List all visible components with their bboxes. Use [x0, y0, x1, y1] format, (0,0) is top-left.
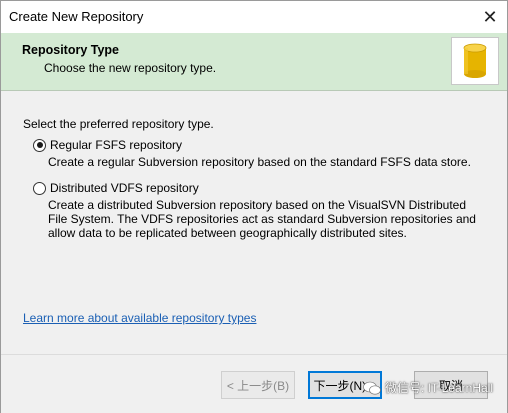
learn-more-link[interactable]: Learn more about available repository ty… [23, 311, 256, 325]
banner-title: Repository Type [22, 43, 120, 57]
radio-fsfs-label: Regular FSFS repository [50, 138, 183, 152]
vdfs-description: Create a distributed Subversion reposito… [48, 198, 476, 240]
title-bar: Create New Repository ✕ [1, 1, 507, 33]
close-icon: ✕ [482, 6, 498, 27]
banner-subtitle: Choose the new repository type. [44, 61, 217, 75]
wechat-icon [363, 381, 381, 394]
database-icon [451, 37, 499, 85]
close-button[interactable]: ✕ [473, 1, 507, 33]
radio-vdfs[interactable]: Distributed VDFS repository [33, 181, 199, 195]
prompt-text: Select the preferred repository type. [23, 117, 214, 131]
header-banner: Repository Type Choose the new repositor… [1, 33, 507, 91]
fsfs-description: Create a regular Subversion repository b… [48, 155, 471, 169]
radio-vdfs-label: Distributed VDFS repository [50, 181, 199, 195]
watermark-text: 微信号: IT-LearnHall [384, 381, 493, 395]
radio-button-checked[interactable] [33, 138, 46, 152]
radio-fsfs[interactable]: Regular FSFS repository [33, 138, 182, 152]
watermark: 微信号: IT-LearnHall [363, 379, 493, 396]
back-button[interactable]: < 上一步(B) [221, 371, 295, 399]
radio-button-unchecked[interactable] [33, 181, 46, 195]
create-repository-dialog: Create New Repository ✕ Repository Type … [0, 0, 508, 413]
window-title: Create New Repository [9, 9, 144, 24]
content-area: Select the preferred repository type. Re… [1, 91, 507, 337]
